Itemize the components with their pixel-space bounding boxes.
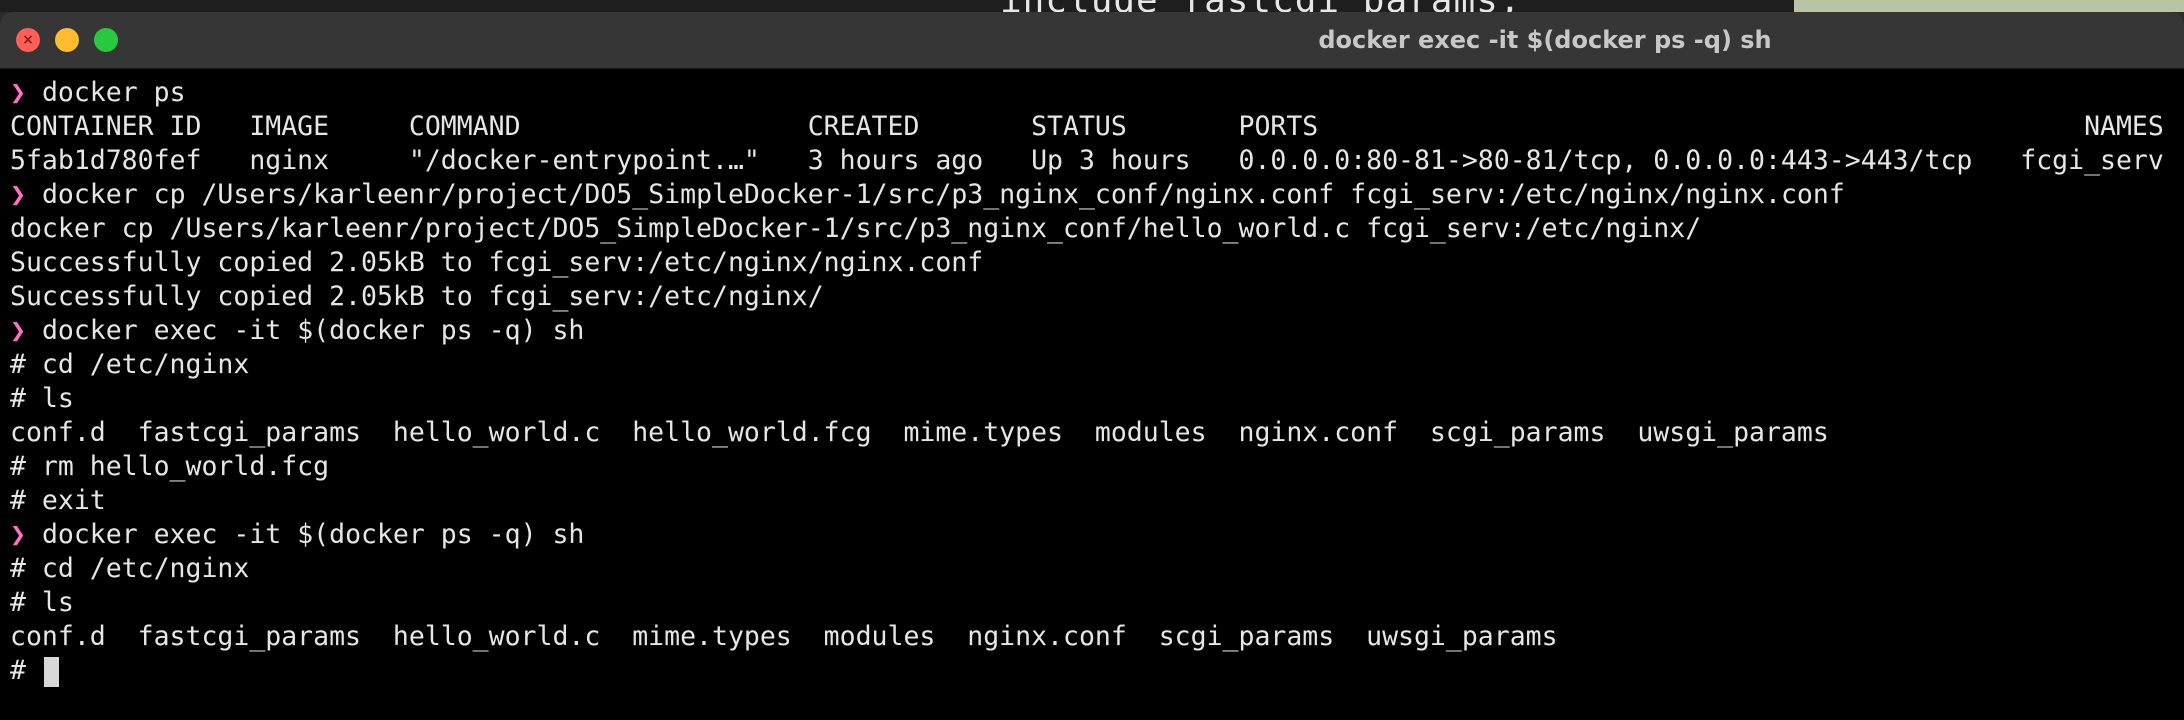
terminal-line-shell: # ls [10, 383, 74, 414]
command-text: docker cp /Users/karleenr/project/DO5_Si… [41, 179, 1845, 210]
shell-prompt: # [10, 655, 42, 686]
prompt-arrow-icon: ❯ [10, 519, 26, 550]
zoom-button[interactable] [94, 28, 118, 52]
text-cursor [43, 656, 59, 687]
minimize-button[interactable] [55, 28, 79, 52]
terminal-line-command: ❯ docker exec -it $(docker ps -q) sh [10, 518, 2180, 552]
terminal-line-output: conf.d fastcgi_params hello_world.c mime… [10, 621, 1558, 652]
terminal-line-output: conf.d fastcgi_params hello_world.c hell… [10, 417, 1829, 448]
close-icon: × [22, 32, 34, 48]
prompt-arrow-icon: ❯ [10, 315, 26, 346]
terminal-output[interactable]: ❯ docker ps CONTAINER ID IMAGE COMMAND C… [10, 76, 2180, 716]
terminal-line-shell: # exit [10, 485, 106, 516]
command-text: docker exec -it $(docker ps -q) sh [41, 519, 585, 550]
terminal-line-command: ❯ docker cp /Users/karleenr/project/DO5_… [10, 178, 2180, 212]
window-title: docker exec -it $(docker ps -q) sh [1318, 26, 1772, 54]
command-text: docker exec -it $(docker ps -q) sh [41, 315, 585, 346]
terminal-line-output: docker cp /Users/karleenr/project/DO5_Si… [10, 213, 1702, 244]
title-bar[interactable]: × docker exec -it $(docker ps -q) sh [0, 12, 2184, 69]
terminal-window: × docker exec -it $(docker ps -q) sh ❯ d… [0, 12, 2184, 720]
terminal-line-shell: # cd /etc/nginx [10, 349, 250, 380]
terminal-line-output: Successfully copied 2.05kB to fcgi_serv:… [10, 247, 984, 278]
terminal-line-output: Successfully copied 2.05kB to fcgi_serv:… [10, 281, 824, 312]
terminal-line-shell: # ls [10, 587, 74, 618]
terminal-line-shell: # cd /etc/nginx [10, 553, 250, 584]
prompt-arrow-icon: ❯ [10, 77, 26, 108]
prompt-arrow-icon: ❯ [10, 179, 26, 210]
terminal-line-shell: # rm hello_world.fcg [10, 451, 330, 482]
background-window-strip: include fastcgi_params; [0, 0, 2184, 12]
terminal-line-command: ❯ docker ps [10, 76, 2180, 110]
background-editor-text: include fastcgi_params; [1000, 0, 1522, 12]
terminal-line-output: 5fab1d780fef nginx "/docker-entrypoint.…… [10, 145, 2164, 176]
background-map-thumbnail [1794, 0, 2184, 12]
close-button[interactable]: × [16, 28, 40, 52]
terminal-input-line[interactable]: # [10, 654, 2180, 688]
terminal-line-output: CONTAINER ID IMAGE COMMAND CREATED STATU… [10, 111, 2164, 142]
terminal-line-command: ❯ docker exec -it $(docker ps -q) sh [10, 314, 2180, 348]
command-text: docker ps [41, 77, 186, 108]
